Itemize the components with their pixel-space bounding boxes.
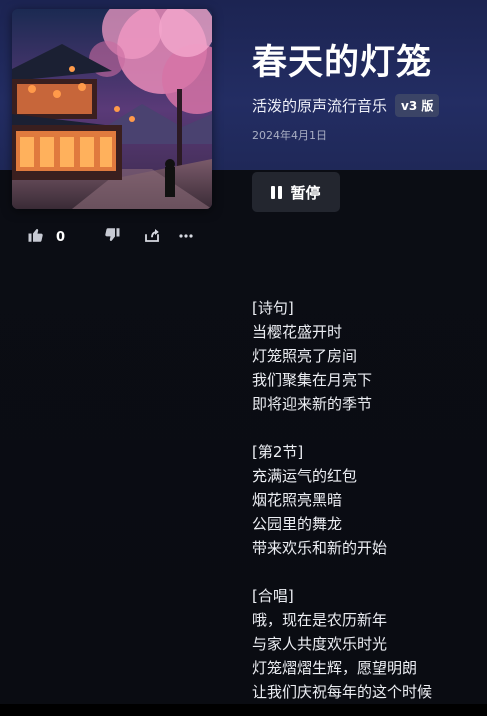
version-badge: v3 版 xyxy=(395,94,440,117)
cover-art[interactable] xyxy=(12,9,212,209)
lyrics-section-tag: [合唱] xyxy=(252,587,294,605)
thumbs-down-icon xyxy=(105,228,120,241)
share-button[interactable] xyxy=(143,226,161,244)
lyric-line: 灯笼熠熠生辉，愿望明朗 xyxy=(252,659,418,677)
lyric-line: 哦，现在是农历新年 xyxy=(252,611,388,629)
lyric-line: 充满运气的红包 xyxy=(252,467,358,485)
lyrics: [诗句] 当樱花盛开时 灯笼照亮了房间 我们聚集在月亮下 即将迎来新的季节 [第… xyxy=(252,296,432,704)
lyric-line: 让我们庆祝每年的这个时候 xyxy=(252,683,433,701)
lyric-line: 烟花照亮黑暗 xyxy=(252,491,343,509)
pause-label: 暂停 xyxy=(290,183,321,202)
lyric-line: 灯笼照亮了房间 xyxy=(252,347,358,365)
song-meta-row: 活泼的原声流行音乐 v3 版 xyxy=(252,94,440,117)
cover-image xyxy=(12,9,212,209)
lyric-line: 我们聚集在月亮下 xyxy=(252,371,373,389)
lyric-line: 即将迎来新的季节 xyxy=(252,395,373,413)
lyric-line: 带来欢乐和新的开始 xyxy=(252,539,388,557)
thumbs-up-icon xyxy=(28,229,43,242)
lyric-line: 公园里的舞龙 xyxy=(252,515,343,533)
more-icon xyxy=(179,234,193,238)
share-icon xyxy=(145,229,159,242)
song-style[interactable]: 活泼的原声流行音乐 xyxy=(252,95,387,116)
lyrics-section-tag: [诗句] xyxy=(252,299,294,317)
lyric-line: 当樱花盛开时 xyxy=(252,323,343,341)
more-button[interactable] xyxy=(178,228,194,244)
song-title: 春天的灯笼 xyxy=(252,43,433,83)
dislike-button[interactable] xyxy=(103,226,121,244)
like-button[interactable] xyxy=(27,226,45,244)
lyric-line: 与家人共度欢乐时光 xyxy=(252,635,388,653)
bottom-bar xyxy=(0,704,487,716)
release-date: 2024年4月1日 xyxy=(252,129,327,142)
lyrics-section-tag: [第2节] xyxy=(252,443,304,461)
like-count: 0 xyxy=(56,230,66,245)
pause-icon xyxy=(271,185,283,199)
pause-button[interactable]: 暂停 xyxy=(252,172,340,212)
